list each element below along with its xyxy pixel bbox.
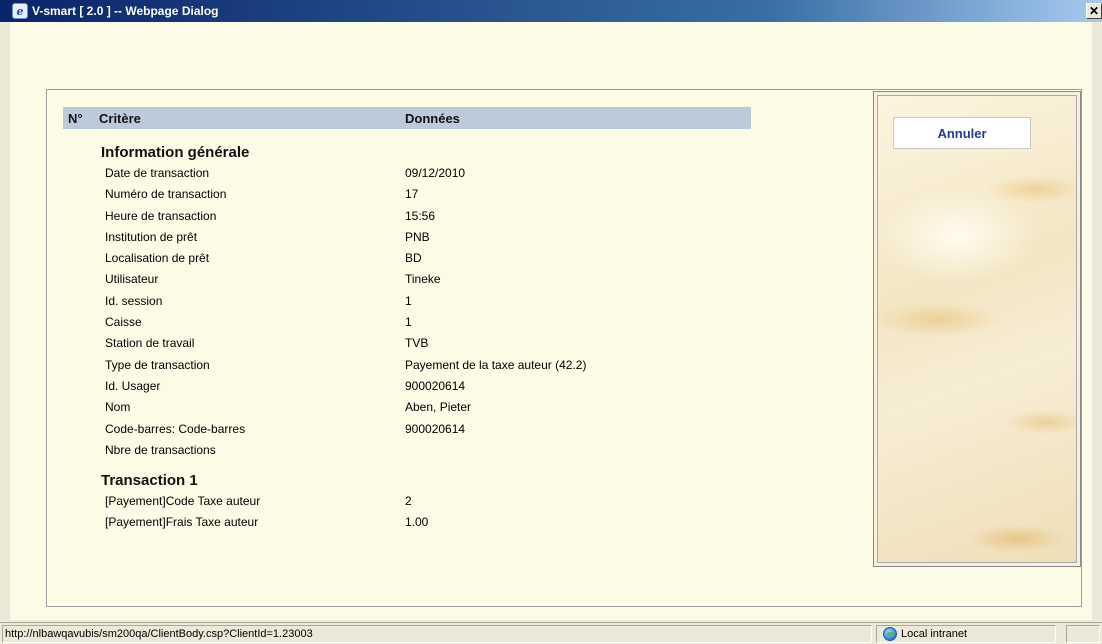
row-value: 15:56 xyxy=(405,208,436,223)
table-row: Station de travail TVB xyxy=(63,333,751,354)
row-label: Localisation de prêt xyxy=(105,251,210,266)
table-row: [Payement]Frais Taxe auteur 1.00 xyxy=(63,512,751,533)
table-row: Numéro de transaction 17 xyxy=(63,184,751,205)
table-row: Nom Aben, Pieter xyxy=(63,397,751,418)
row-label: [Payement]Code Taxe auteur xyxy=(105,494,261,509)
row-label: Type de transaction xyxy=(105,357,210,372)
table-row: Date de transaction 09/12/2010 xyxy=(63,163,751,184)
action-sidebar: Annuler xyxy=(873,91,1081,567)
row-value: 900020614 xyxy=(405,421,466,436)
ie-app-icon: e xyxy=(12,3,28,19)
row-value: 1.00 xyxy=(405,515,429,530)
table-row: Code-barres: Code-barres 900020614 xyxy=(63,419,751,440)
window-title: V-smart [ 2.0 ] -- Webpage Dialog xyxy=(32,4,219,18)
table-row: Id. session 1 xyxy=(63,291,751,312)
window-titlebar: e V-smart [ 2.0 ] -- Webpage Dialog ✕ xyxy=(0,0,1102,22)
row-value: 17 xyxy=(405,187,419,202)
table-row: Caisse 1 xyxy=(63,312,751,333)
transaction-details-table: N° Critère Données Information générale … xyxy=(63,107,751,534)
row-label: Institution de prêt xyxy=(105,229,198,244)
table-row: [Payement]Code Taxe auteur 2 xyxy=(63,491,751,512)
resize-grip[interactable] xyxy=(1066,625,1100,643)
header-number: N° xyxy=(68,110,83,126)
table-row: Localisation de prêt BD xyxy=(63,248,751,269)
row-label: Date de transaction xyxy=(105,166,210,180)
row-value: TVB xyxy=(405,336,429,351)
row-value: Tineke xyxy=(405,272,441,287)
row-value: BD xyxy=(405,251,422,266)
row-value: Payement de la taxe auteur (42.2) xyxy=(405,357,587,372)
table-row: Utilisateur Tineke xyxy=(63,269,751,290)
table-row: Heure de transaction 15:56 xyxy=(63,206,751,227)
row-value: 900020614 xyxy=(405,378,466,393)
status-bar: http://nlbawqavubis/sm200qa/ClientBody.c… xyxy=(0,622,1102,644)
close-icon[interactable]: ✕ xyxy=(1086,3,1102,19)
row-label: Code-barres: Code-barres xyxy=(105,421,246,436)
row-label: Id. Usager xyxy=(105,378,161,393)
row-label: Caisse xyxy=(105,315,142,330)
status-url: http://nlbawqavubis/sm200qa/ClientBody.c… xyxy=(2,625,872,643)
transaction-panel: N° Critère Données Information générale … xyxy=(46,89,1082,607)
row-label: Nbre de transactions xyxy=(105,442,216,457)
row-label: Nom xyxy=(105,400,131,415)
row-value: 1 xyxy=(405,315,412,330)
cancel-button[interactable]: Annuler xyxy=(893,117,1031,149)
table-row: Id. Usager 900020614 xyxy=(63,376,751,397)
row-label: [Payement]Frais Taxe auteur xyxy=(105,515,259,530)
row-label: Id. session xyxy=(105,293,163,308)
marble-background xyxy=(877,95,1077,563)
section-title-general: Information générale xyxy=(101,144,250,161)
local-intranet-icon xyxy=(883,627,897,641)
header-criterion: Critère xyxy=(99,110,141,126)
row-value xyxy=(405,440,751,461)
table-row: Nbre de transactions xyxy=(63,440,751,461)
row-label: Numéro de transaction xyxy=(105,187,227,202)
header-data: Données xyxy=(405,110,460,126)
row-label: Heure de transaction xyxy=(105,208,217,223)
security-zone: Local intranet xyxy=(876,625,1056,643)
table-header: N° Critère Données xyxy=(63,107,751,129)
row-value: 09/12/2010 xyxy=(405,166,466,180)
row-label: Utilisateur xyxy=(105,272,159,287)
row-value: 1 xyxy=(405,293,412,308)
row-label: Station de travail xyxy=(105,336,195,351)
row-value: PNB xyxy=(405,229,430,244)
table-row: Institution de prêt PNB xyxy=(63,227,751,248)
section-title-transaction: Transaction 1 xyxy=(101,472,198,490)
security-zone-label: Local intranet xyxy=(901,628,968,640)
dialog-content: N° Critère Données Information générale … xyxy=(10,22,1092,620)
table-row: Type de transaction Payement de la taxe a… xyxy=(63,355,751,376)
row-value: Aben, Pieter xyxy=(405,400,472,415)
row-value: 2 xyxy=(405,494,412,509)
